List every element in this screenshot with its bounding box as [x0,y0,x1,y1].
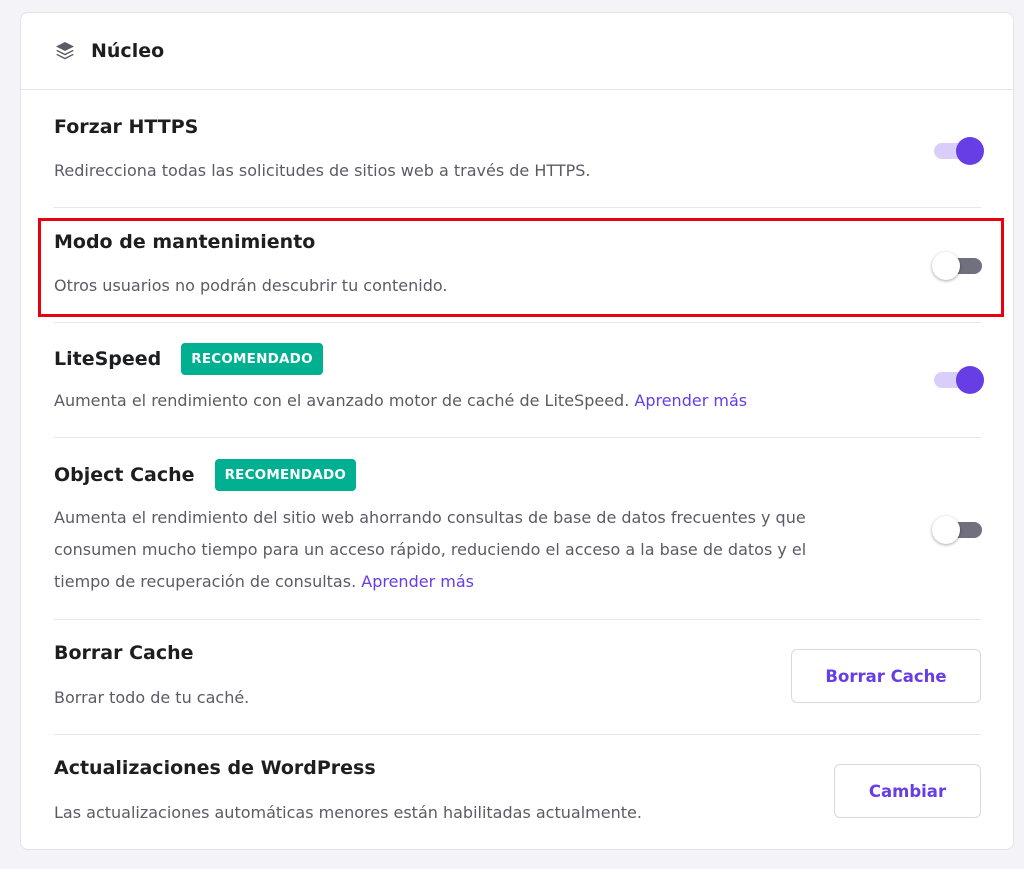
toggle-knob [932,516,960,544]
setting-description: Aumenta el rendimiento con el avanzado m… [54,391,630,410]
learn-more-link[interactable]: Aprender más [361,572,474,591]
setting-object-cache: Object Cache RECOMENDADO Aumenta el rend… [54,438,984,620]
learn-more-link[interactable]: Aprender más [634,391,747,410]
toggle-knob [956,137,984,165]
force-https-toggle[interactable] [934,136,984,166]
clear-cache-button[interactable]: Borrar Cache [791,649,981,703]
setting-title: Borrar Cache [54,642,194,664]
description-line-last: tiempo de recuperación de consultas. Apr… [54,566,806,598]
setting-clear-cache: Borrar Cache Borrar todo de tu caché. Bo… [54,620,981,735]
setting-description: Redirecciona todas las solicitudes de si… [54,161,591,180]
setting-title: Object Cache [54,464,195,486]
setting-description-row: Aumenta el rendimiento con el avanzado m… [54,385,747,417]
setting-title-row: LiteSpeed RECOMENDADO [54,343,323,375]
setting-title: Actualizaciones de WordPress [54,757,376,779]
description-line-text: tiempo de recuperación de consultas. [54,572,357,591]
setting-force-https: Forzar HTTPS Redirecciona todas las soli… [54,90,984,208]
setting-litespeed: LiteSpeed RECOMENDADO Aumenta el rendimi… [54,323,984,438]
setting-title: Modo de mantenimiento [54,231,316,253]
card-title: Núcleo [91,40,165,62]
description-line: consumen mucho tiempo para un acceso ráp… [54,540,807,559]
setting-title: LiteSpeed [54,348,162,370]
setting-maintenance-mode: Modo de mantenimiento Otros usuarios no … [54,208,984,323]
setting-wordpress-updates: Actualizaciones de WordPress Las actuali… [54,735,981,849]
setting-description: Las actualizaciones automáticas menores … [54,803,642,822]
toggle-knob [932,252,960,280]
recommended-badge: RECOMENDADO [181,343,323,375]
setting-description: Otros usuarios no podrán descubrir tu co… [54,276,448,295]
layers-icon [53,39,77,63]
toggle-knob [956,366,984,394]
change-updates-button[interactable]: Cambiar [834,764,981,818]
setting-title-row: Object Cache RECOMENDADO [54,459,357,491]
object-cache-toggle[interactable] [932,515,984,545]
description-line: Aumenta el rendimiento del sitio web aho… [54,508,806,527]
card-header: Núcleo [21,13,1013,90]
setting-description: Aumenta el rendimiento del sitio web aho… [54,502,806,598]
core-settings-card: Núcleo Forzar HTTPS Redirecciona todas l… [20,12,1014,850]
setting-title: Forzar HTTPS [54,116,199,138]
setting-description: Borrar todo de tu caché. [54,688,250,707]
recommended-badge: RECOMENDADO [214,459,357,491]
maintenance-mode-toggle[interactable] [932,251,984,281]
litespeed-toggle[interactable] [934,365,984,395]
